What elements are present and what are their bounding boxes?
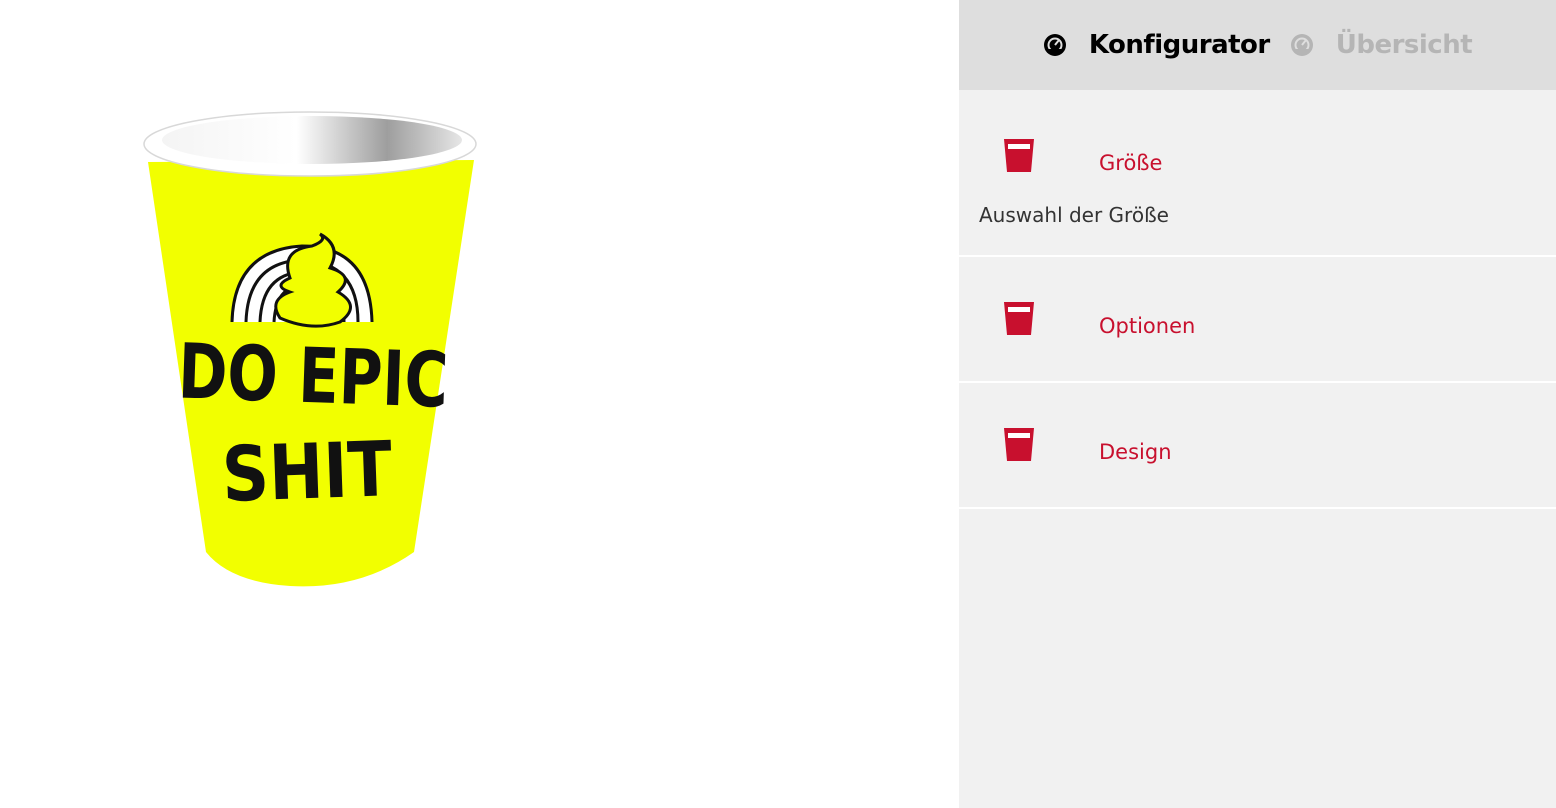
cup-text-line1: DO EPIC	[177, 326, 450, 424]
tab-konfigurator[interactable]: Konfigurator	[1043, 30, 1270, 60]
speedometer-icon	[1290, 34, 1313, 56]
cup-icon	[1004, 428, 1034, 461]
tab-label: Konfigurator	[1088, 30, 1270, 60]
section-description: Auswahl der Größe	[979, 203, 1169, 227]
tab-uebersicht[interactable]: Übersicht	[1290, 30, 1473, 60]
speedometer-icon	[1043, 34, 1066, 56]
product-3d-viewer[interactable]: DO EPIC SHIT	[0, 0, 959, 808]
section-groesse[interactable]: Größe Auswahl der Größe	[959, 90, 1556, 257]
cup-icon	[1004, 139, 1034, 172]
cup-interior	[162, 116, 462, 164]
section-label: Design	[1099, 440, 1172, 464]
cup-icon	[1004, 302, 1034, 335]
cup-preview[interactable]: DO EPIC SHIT	[130, 100, 490, 600]
tab-label: Übersicht	[1335, 30, 1473, 60]
configurator-panel: Konfigurator Übersicht Größe Auswahl der…	[959, 0, 1556, 808]
cup-text-line2: SHIT	[221, 424, 394, 519]
section-label: Größe	[1099, 151, 1163, 175]
section-design[interactable]: Design	[959, 383, 1556, 509]
section-label: Optionen	[1099, 314, 1196, 338]
section-optionen[interactable]: Optionen	[959, 257, 1556, 383]
tab-bar: Konfigurator Übersicht	[959, 0, 1556, 90]
